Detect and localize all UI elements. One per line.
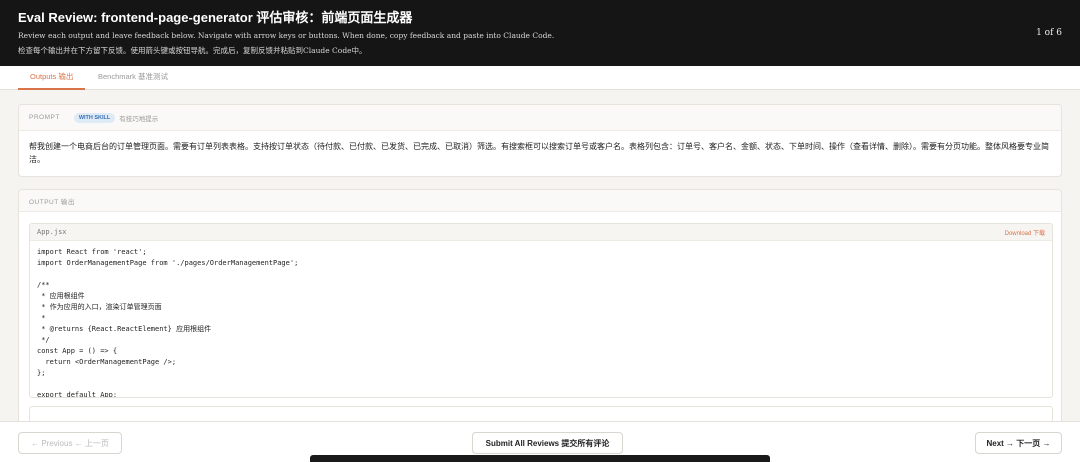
with-skill-badge: WITH SKILL bbox=[73, 112, 116, 123]
tab-benchmark[interactable]: Benchmark 基准测试 bbox=[86, 66, 180, 90]
dock-edge bbox=[310, 455, 770, 462]
tab-bar: Outputs 输出 Benchmark 基准测试 bbox=[0, 66, 1080, 90]
instructions-en: Review each output and leave feedback be… bbox=[18, 31, 555, 40]
code-block: import React from 'react'; import OrderM… bbox=[37, 248, 299, 398]
output-card: OUTPUT 输出 App.jsx Download 下载 import Rea… bbox=[18, 189, 1062, 429]
next-button[interactable]: Next → 下一页 → bbox=[975, 432, 1062, 454]
file-header: App.jsx Download 下载 bbox=[30, 224, 1052, 241]
prompt-header: PROMPT WITH SKILL 有技巧地提示 bbox=[19, 105, 1061, 131]
item-counter: 1 of 6 bbox=[1036, 28, 1062, 38]
download-link[interactable]: Download 下载 bbox=[1005, 228, 1045, 237]
previous-button[interactable]: ← Previous ← 上一页 bbox=[18, 432, 122, 454]
prompt-card: PROMPT WITH SKILL 有技巧地提示 帮我创建一个电商后台的订单管理… bbox=[18, 104, 1062, 177]
prompt-label: PROMPT bbox=[29, 114, 60, 121]
file-panel: App.jsx Download 下载 import React from 'r… bbox=[29, 223, 1053, 398]
tab-outputs[interactable]: Outputs 输出 bbox=[18, 66, 86, 90]
badge-description: 有技巧地提示 bbox=[119, 115, 159, 123]
header-bar: Eval Review: frontend-page-generator 评估审… bbox=[0, 0, 1080, 66]
submit-reviews-button[interactable]: Submit All Reviews 提交所有评论 bbox=[472, 432, 623, 454]
prompt-text: 帮我创建一个电商后台的订单管理页面。需要有订单列表表格。支持按订单状态（待付款、… bbox=[29, 142, 1049, 164]
output-label: OUTPUT 输出 bbox=[29, 198, 75, 206]
instructions-zh: 检查每个输出并在下方留下反馈。使用箭头键或按钮导航。完成后，复制反馈并粘贴到Cl… bbox=[18, 46, 367, 55]
output-header: OUTPUT 输出 bbox=[19, 190, 1061, 212]
page-title: Eval Review: frontend-page-generator 评估审… bbox=[18, 10, 413, 25]
file-name: App.jsx bbox=[37, 228, 67, 236]
